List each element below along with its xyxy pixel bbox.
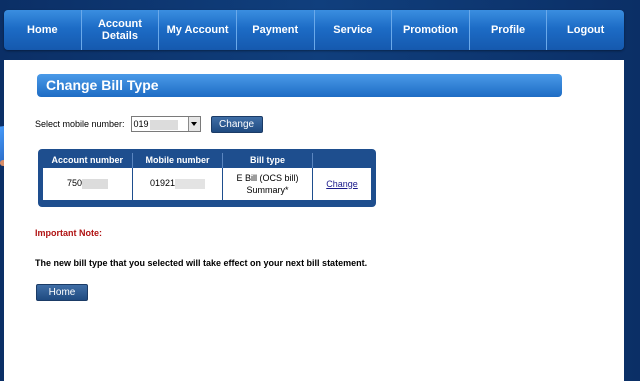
mobile-number-select[interactable]: 019 xyxy=(130,116,201,132)
col-account-number: Account number xyxy=(42,153,133,167)
select-label: Select mobile number: xyxy=(35,119,125,129)
nav-payment[interactable]: Payment xyxy=(237,10,315,50)
watermark: Hidup Biar Sedap xyxy=(496,340,618,356)
nav-home[interactable]: Home xyxy=(4,10,82,50)
cell-action: Change xyxy=(312,166,372,201)
important-note-title: Important Note: xyxy=(35,228,102,238)
nav-service[interactable]: Service xyxy=(315,10,393,50)
redaction xyxy=(175,178,206,189)
select-value: 019 xyxy=(133,119,149,129)
nav-logout[interactable]: Logout xyxy=(547,10,624,50)
page-title: Change Bill Type xyxy=(46,77,159,93)
cell-bill-type: E Bill (OCS bill) Summary* xyxy=(222,166,313,201)
content-panel: Change Bill Type Select mobile number: 0… xyxy=(4,60,624,381)
cell-mobile: 01921 xyxy=(132,166,223,201)
chevron-down-icon[interactable] xyxy=(187,117,200,131)
table-row: 750 01921 E Bill (OCS bill) Summary* Cha… xyxy=(42,166,372,201)
home-button[interactable]: Home xyxy=(36,284,88,301)
change-button[interactable]: Change xyxy=(210,115,263,133)
watermark-sub: www.kujie2.com xyxy=(560,358,609,365)
cell-account: 750 xyxy=(42,166,133,201)
redaction xyxy=(149,119,178,130)
redaction xyxy=(82,178,109,189)
col-action xyxy=(312,153,372,167)
nav-account-details[interactable]: Account Details xyxy=(82,10,160,50)
title-bar: Change Bill Type xyxy=(37,74,562,97)
nav-my-account[interactable]: My Account xyxy=(159,10,237,50)
nav-profile[interactable]: Profile xyxy=(470,10,548,50)
col-bill-type: Bill type xyxy=(222,153,313,167)
select-row: Select mobile number: 019 Change xyxy=(35,114,263,134)
bill-table: Account number Mobile number Bill type 7… xyxy=(38,149,376,207)
col-mobile-number: Mobile number xyxy=(132,153,223,167)
important-note-text: The new bill type that you selected will… xyxy=(35,258,368,268)
nav-promotion[interactable]: Promotion xyxy=(392,10,470,50)
main-nav: Home Account Details My Account Payment … xyxy=(4,10,624,50)
change-link[interactable]: Change xyxy=(326,179,358,189)
